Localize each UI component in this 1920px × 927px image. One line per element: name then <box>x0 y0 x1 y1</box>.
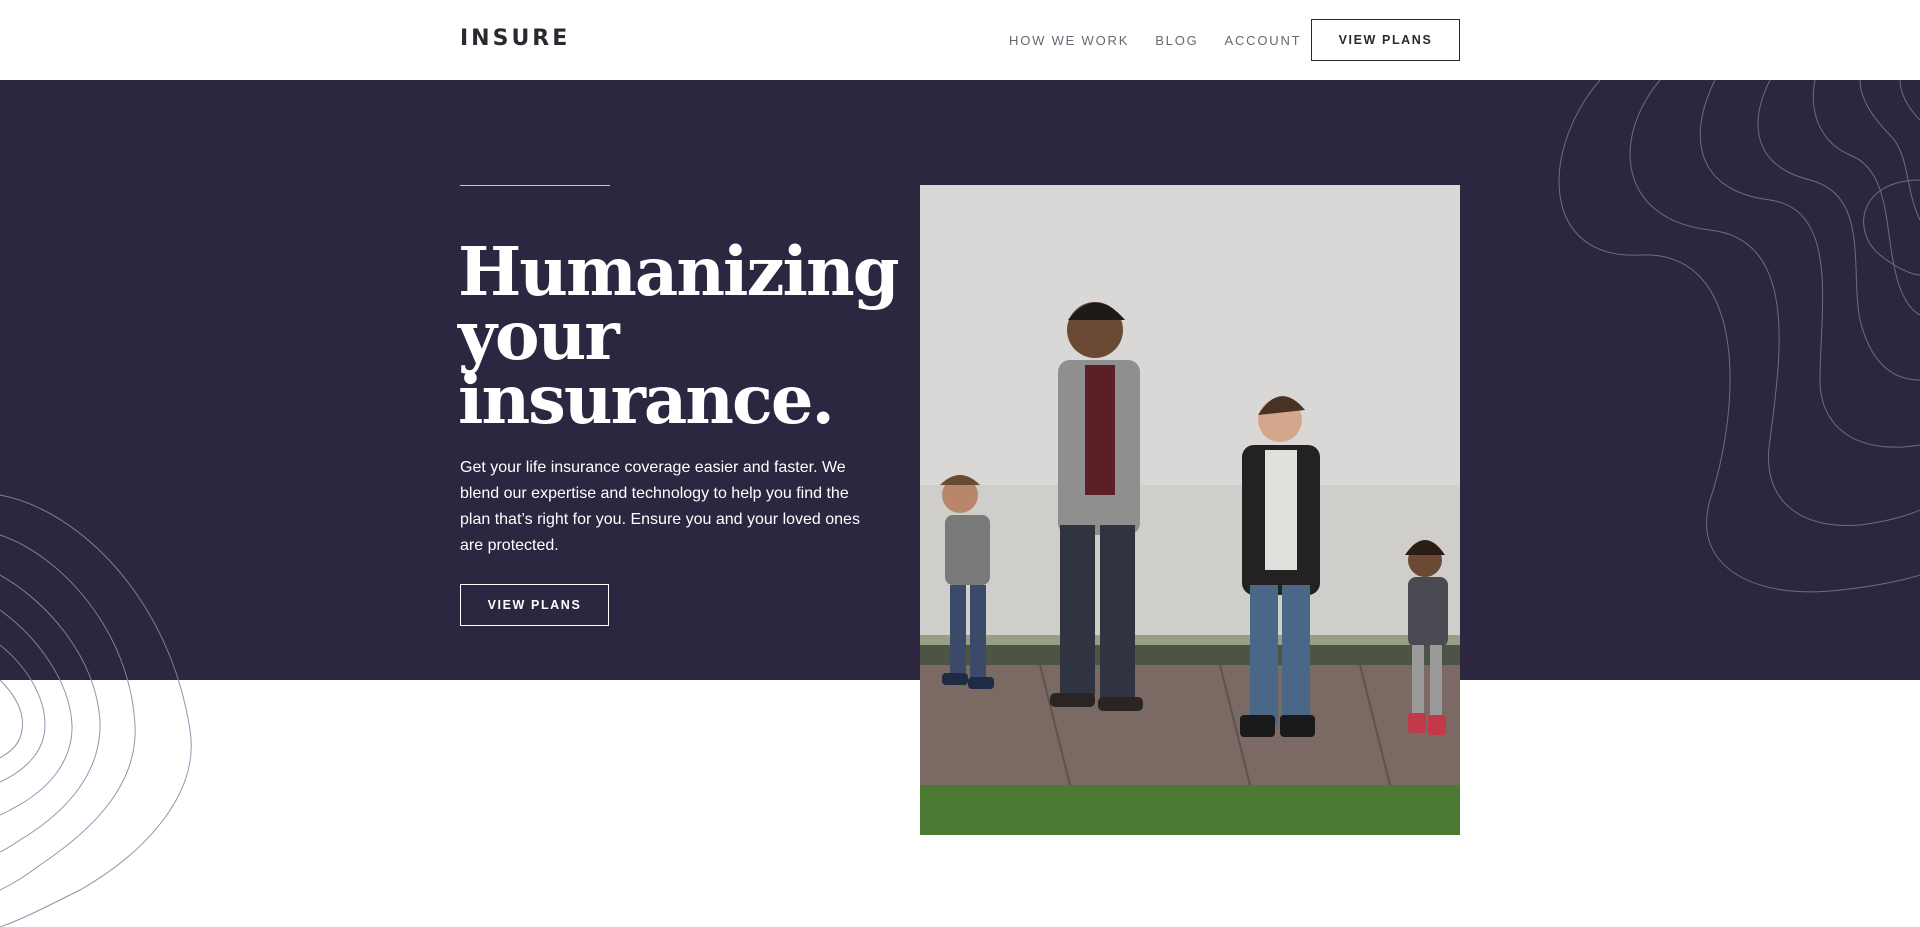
site-header: INSURE HOW WE WORK BLOG ACCOUNT VIEW PLA… <box>0 0 1920 80</box>
hero-title: Humanizing your insurance. <box>458 232 900 439</box>
nav-link-account[interactable]: ACCOUNT <box>1225 33 1302 48</box>
nav-link-blog[interactable]: BLOG <box>1155 33 1198 48</box>
hero-pattern-right <box>1558 80 1920 593</box>
main-nav: HOW WE WORK BLOG ACCOUNT <box>1009 33 1327 48</box>
view-plans-header-button[interactable]: VIEW PLANS <box>1311 19 1460 61</box>
hero-family-image <box>920 185 1460 835</box>
view-plans-hero-button[interactable]: VIEW PLANS <box>460 584 609 626</box>
hero-divider <box>460 185 610 186</box>
swirl-pattern-left <box>0 494 192 927</box>
nav-link-how-we-work[interactable]: HOW WE WORK <box>1009 33 1129 48</box>
hero-description: Get your life insurance coverage easier … <box>460 459 860 554</box>
site-logo[interactable]: INSURE <box>460 26 570 51</box>
